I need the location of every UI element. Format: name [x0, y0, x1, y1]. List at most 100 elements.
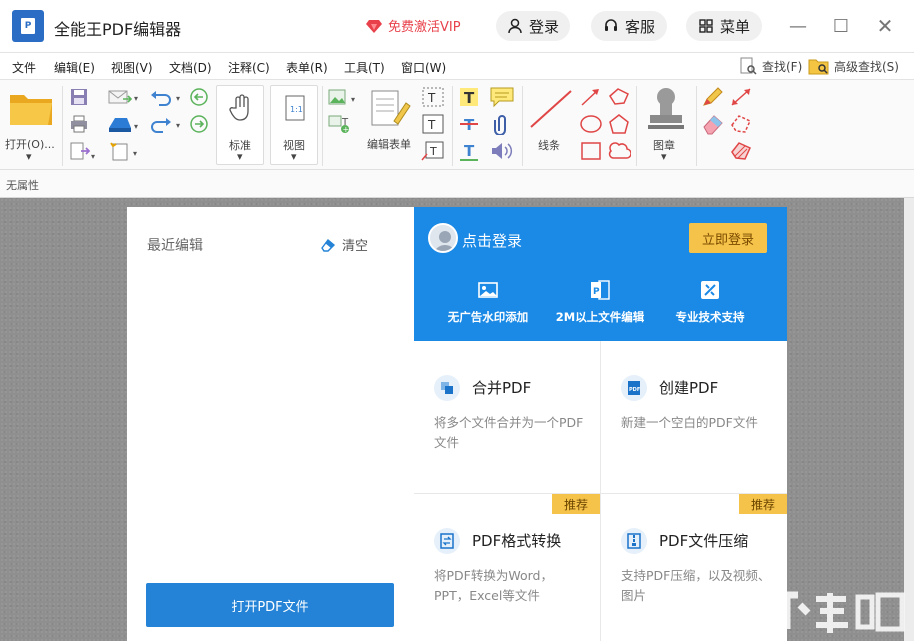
login-button[interactable]: 登录 [496, 11, 570, 41]
click-login-link[interactable]: 点击登录 [462, 230, 522, 251]
service-button[interactable]: 客服 [591, 11, 667, 41]
eraser-icon [703, 115, 723, 135]
compress-pdf-tile[interactable]: 推荐 PDF文件压缩 支持PDF压缩，以及视频、图片 [601, 494, 787, 641]
stamp-button[interactable] [642, 84, 690, 132]
svg-text:▾: ▾ [176, 121, 180, 130]
stamp-dropdown-icon[interactable]: ▾ [661, 150, 667, 163]
arrow-tool-button[interactable] [578, 86, 604, 108]
print-button[interactable] [68, 113, 90, 135]
vertical-scrollbar[interactable] [904, 198, 914, 641]
menu-edit[interactable]: 编辑(E) [54, 59, 95, 76]
login-label: 登录 [528, 17, 559, 36]
strikeout-text-button[interactable]: T [456, 113, 482, 135]
maximize-button[interactable]: ☐ [829, 14, 853, 38]
highlight-text-icon: T [460, 88, 478, 107]
cloud-icon [608, 142, 631, 159]
polygon-tool-button[interactable] [606, 113, 632, 135]
menu-bar: 文件 编辑(E) 视图(V) 文档(D) 注释(C) 表单(R) 工具(T) 窗… [0, 52, 914, 80]
minimize-button[interactable]: — [786, 14, 810, 38]
menu-button[interactable]: 菜单 [686, 11, 762, 41]
rectangle-tool-button[interactable] [578, 140, 604, 162]
insert-image-text-button[interactable]: T + [326, 113, 362, 135]
tile-description: 将多个文件合并为一个PDF文件 [434, 415, 584, 450]
close-button[interactable]: ✕ [873, 14, 897, 38]
attach-file-button[interactable] [488, 113, 516, 135]
callout-text-button[interactable]: T [420, 140, 446, 162]
merge-pdf-tile[interactable]: 合并PDF 将多个文件合并为一个PDF文件 [414, 341, 600, 491]
sound-button[interactable] [488, 140, 516, 162]
scan-button[interactable]: ▾ [106, 113, 142, 135]
line-tool-button[interactable] [526, 86, 576, 132]
ellipse-tool-button[interactable] [578, 113, 604, 135]
find-document-icon [740, 57, 757, 75]
cloud-tool-button[interactable] [606, 140, 632, 162]
advanced-find-button[interactable]: 高级查找(S) [808, 56, 899, 76]
callout-icon: T [421, 141, 444, 161]
tile-description: 支持PDF压缩，以及视频、图片 [621, 568, 771, 603]
find-button[interactable]: 查找(F) [738, 56, 802, 76]
menu-file[interactable]: 文件 [12, 59, 36, 76]
ellipse-icon [580, 115, 602, 133]
export-button[interactable]: ▾ [68, 140, 98, 162]
measure-distance-button[interactable] [728, 86, 754, 108]
save-button[interactable] [68, 86, 90, 108]
menu-tools[interactable]: 工具(T) [344, 59, 385, 76]
undo-button[interactable]: ▾ [148, 86, 184, 108]
menu-comment[interactable]: 注释(C) [228, 59, 270, 76]
insert-image-button[interactable]: ▾ [326, 86, 362, 108]
menu-form[interactable]: 表单(R) [286, 59, 328, 76]
measure-area-button[interactable] [728, 140, 754, 162]
edit-form-label: 编辑表单 [367, 138, 411, 151]
redo-button[interactable]: ▾ [148, 113, 184, 135]
note-bubble-icon [490, 87, 514, 108]
measure-perimeter-button[interactable] [728, 113, 754, 135]
svg-text:T: T [429, 145, 437, 158]
menu-document[interactable]: 文档(D) [169, 59, 212, 76]
grid-icon [699, 19, 713, 33]
clear-button[interactable]: 清空 [320, 235, 368, 254]
open-button[interactable] [6, 88, 56, 128]
title-bar: P 全能王PDF编辑器 免费激活VIP 登录 客服 菜单 — ☐ ✕ [0, 0, 914, 52]
login-now-button[interactable]: 立即登录 [689, 223, 767, 253]
login-now-label: 立即登录 [701, 232, 754, 248]
highlight-text-button[interactable]: T [456, 86, 482, 108]
polyline-tool-button[interactable] [606, 86, 632, 108]
vip-activate-link[interactable]: 免费激活VIP [366, 16, 461, 35]
folder-search-icon [808, 59, 829, 75]
underline-text-button[interactable]: T [456, 140, 482, 162]
vip-label: 免费激活VIP [388, 20, 461, 35]
open-pdf-button[interactable]: 打开PDF文件 [146, 583, 394, 627]
create-pdf-tile[interactable]: PDF 创建PDF 新建一个空白的PDF文件 [601, 341, 787, 491]
menu-label: 菜单 [719, 17, 750, 36]
eraser-tool-button[interactable] [700, 113, 726, 135]
stamp-icon [648, 88, 684, 129]
menu-view[interactable]: 视图(V) [111, 59, 153, 76]
text-box-button[interactable]: T [420, 113, 446, 135]
login-banner: 点击登录 立即登录 无广告水印添加 P 2M以上文件编辑 专业技术支持 [414, 207, 787, 341]
compress-icon [621, 528, 647, 554]
scanner-icon: ▾ [109, 118, 138, 132]
edit-form-button[interactable] [366, 86, 416, 130]
svg-text:PDF: PDF [629, 387, 640, 393]
pentagon-icon [609, 114, 629, 134]
svg-text:▾: ▾ [133, 149, 137, 158]
tools-icon [701, 281, 719, 299]
rectangle-icon [581, 142, 601, 160]
convert-pdf-tile[interactable]: 推荐 PDF格式转换 将PDF转换为Word，PPT，Excel等文件 [414, 494, 600, 641]
text-field-button[interactable]: T [420, 86, 446, 108]
standard-mode-button[interactable]: 标准 ▾ [216, 85, 264, 165]
separator [636, 86, 637, 166]
email-button[interactable]: ▾ [106, 86, 142, 108]
prev-view-button[interactable] [188, 86, 210, 108]
convert-icon [434, 528, 460, 554]
menu-window[interactable]: 窗口(W) [401, 59, 446, 76]
next-view-button[interactable] [188, 113, 210, 135]
open-dropdown-icon[interactable]: ▾ [26, 150, 32, 163]
recent-title: 最近编辑 [147, 238, 203, 254]
pencil-tool-button[interactable] [700, 86, 726, 108]
new-document-button[interactable]: ▾ [106, 140, 142, 162]
note-button[interactable] [488, 86, 516, 108]
feature-label: 专业技术支持 [675, 310, 745, 324]
avatar[interactable] [428, 223, 458, 253]
view-mode-button[interactable]: 1:1 视图 ▾ [270, 85, 318, 165]
